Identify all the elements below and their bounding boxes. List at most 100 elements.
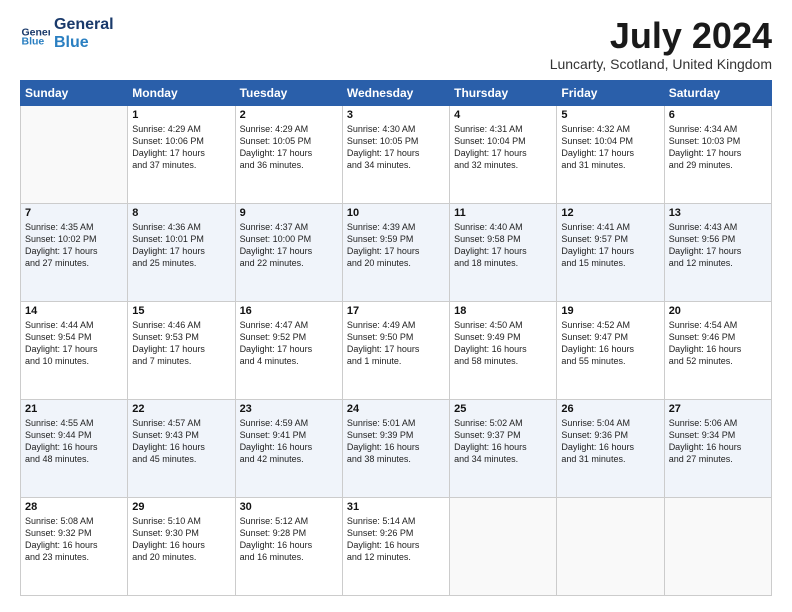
calendar-week-row: 21 Sunrise: 4:55 AM Sunset: 9:44 PM Dayli… (21, 399, 772, 497)
day-info: Sunrise: 4:54 AM Sunset: 9:46 PM Dayligh… (669, 319, 767, 368)
day-number: 14 (25, 305, 123, 317)
day-info: Sunrise: 4:29 AM Sunset: 10:06 PM Daylig… (132, 123, 230, 172)
day-number: 21 (25, 403, 123, 415)
day-number: 24 (347, 403, 445, 415)
month-title: July 2024 (550, 16, 772, 56)
title-section: July 2024 Luncarty, Scotland, United Kin… (550, 16, 772, 72)
calendar-cell (21, 105, 128, 203)
calendar-cell: 21 Sunrise: 4:55 AM Sunset: 9:44 PM Dayli… (21, 399, 128, 497)
day-info: Sunrise: 4:32 AM Sunset: 10:04 PM Daylig… (561, 123, 659, 172)
day-info: Sunrise: 5:06 AM Sunset: 9:34 PM Dayligh… (669, 417, 767, 466)
calendar-week-row: 1Sunrise: 4:29 AM Sunset: 10:06 PM Dayli… (21, 105, 772, 203)
day-info: Sunrise: 5:12 AM Sunset: 9:28 PM Dayligh… (240, 515, 338, 564)
svg-text:Blue: Blue (22, 35, 45, 47)
calendar-cell: 8Sunrise: 4:36 AM Sunset: 10:01 PM Dayli… (128, 203, 235, 301)
day-number: 2 (240, 109, 338, 121)
day-number: 8 (132, 207, 230, 219)
day-info: Sunrise: 5:10 AM Sunset: 9:30 PM Dayligh… (132, 515, 230, 564)
logo-icon: General Blue (20, 19, 50, 49)
day-info: Sunrise: 4:46 AM Sunset: 9:53 PM Dayligh… (132, 319, 230, 368)
day-number: 12 (561, 207, 659, 219)
day-header-saturday: Saturday (664, 80, 771, 105)
calendar-cell: 9 Sunrise: 4:37 AM Sunset: 10:00 PM Dayli… (235, 203, 342, 301)
calendar-cell (664, 497, 771, 595)
day-number: 5 (561, 109, 659, 121)
day-info: Sunrise: 5:01 AM Sunset: 9:39 PM Dayligh… (347, 417, 445, 466)
day-number: 29 (132, 501, 230, 513)
calendar-week-row: 7 Sunrise: 4:35 AM Sunset: 10:02 PM Dayli… (21, 203, 772, 301)
day-number: 20 (669, 305, 767, 317)
calendar-header-row: SundayMondayTuesdayWednesdayThursdayFrid… (21, 80, 772, 105)
calendar-cell: 23Sunrise: 4:59 AM Sunset: 9:41 PM Dayli… (235, 399, 342, 497)
logo: General Blue General Blue (20, 16, 114, 51)
day-number: 9 (240, 207, 338, 219)
day-info: Sunrise: 4:29 AM Sunset: 10:05 PM Daylig… (240, 123, 338, 172)
day-number: 31 (347, 501, 445, 513)
calendar-cell: 22Sunrise: 4:57 AM Sunset: 9:43 PM Dayli… (128, 399, 235, 497)
day-info: Sunrise: 4:52 AM Sunset: 9:47 PM Dayligh… (561, 319, 659, 368)
calendar-cell: 5 Sunrise: 4:32 AM Sunset: 10:04 PM Dayli… (557, 105, 664, 203)
day-info: Sunrise: 5:14 AM Sunset: 9:26 PM Dayligh… (347, 515, 445, 564)
day-number: 13 (669, 207, 767, 219)
calendar-cell: 28 Sunrise: 5:08 AM Sunset: 9:32 PM Dayli… (21, 497, 128, 595)
day-header-tuesday: Tuesday (235, 80, 342, 105)
day-number: 6 (669, 109, 767, 121)
day-info: Sunrise: 4:43 AM Sunset: 9:56 PM Dayligh… (669, 221, 767, 270)
calendar-week-row: 14 Sunrise: 4:44 AM Sunset: 9:54 PM Dayli… (21, 301, 772, 399)
day-info: Sunrise: 4:37 AM Sunset: 10:00 PM Daylig… (240, 221, 338, 270)
logo-text-blue: Blue (54, 34, 114, 52)
day-number: 25 (454, 403, 552, 415)
day-header-friday: Friday (557, 80, 664, 105)
calendar-cell: 2 Sunrise: 4:29 AM Sunset: 10:05 PM Dayli… (235, 105, 342, 203)
day-info: Sunrise: 5:08 AM Sunset: 9:32 PM Dayligh… (25, 515, 123, 564)
day-number: 18 (454, 305, 552, 317)
day-info: Sunrise: 4:40 AM Sunset: 9:58 PM Dayligh… (454, 221, 552, 270)
calendar-cell: 4 Sunrise: 4:31 AM Sunset: 10:04 PM Dayli… (450, 105, 557, 203)
calendar-cell (557, 497, 664, 595)
day-info: Sunrise: 5:04 AM Sunset: 9:36 PM Dayligh… (561, 417, 659, 466)
day-info: Sunrise: 4:55 AM Sunset: 9:44 PM Dayligh… (25, 417, 123, 466)
logo-text-general: General (54, 16, 114, 34)
day-info: Sunrise: 4:35 AM Sunset: 10:02 PM Daylig… (25, 221, 123, 270)
day-info: Sunrise: 4:57 AM Sunset: 9:43 PM Dayligh… (132, 417, 230, 466)
day-number: 11 (454, 207, 552, 219)
calendar-cell: 16Sunrise: 4:47 AM Sunset: 9:52 PM Dayli… (235, 301, 342, 399)
calendar-cell: 15 Sunrise: 4:46 AM Sunset: 9:53 PM Dayli… (128, 301, 235, 399)
calendar-cell: 17Sunrise: 4:49 AM Sunset: 9:50 PM Dayli… (342, 301, 449, 399)
calendar-cell: 29 Sunrise: 5:10 AM Sunset: 9:30 PM Dayli… (128, 497, 235, 595)
calendar-cell: 31 Sunrise: 5:14 AM Sunset: 9:26 PM Dayli… (342, 497, 449, 595)
calendar-cell: 19 Sunrise: 4:52 AM Sunset: 9:47 PM Dayli… (557, 301, 664, 399)
calendar-cell: 1Sunrise: 4:29 AM Sunset: 10:06 PM Dayli… (128, 105, 235, 203)
day-header-thursday: Thursday (450, 80, 557, 105)
calendar-cell: 3Sunrise: 4:30 AM Sunset: 10:05 PM Dayli… (342, 105, 449, 203)
day-number: 30 (240, 501, 338, 513)
calendar-cell: 27Sunrise: 5:06 AM Sunset: 9:34 PM Dayli… (664, 399, 771, 497)
page: General Blue General Blue July 2024 Lunc… (0, 0, 792, 612)
day-number: 26 (561, 403, 659, 415)
day-number: 28 (25, 501, 123, 513)
day-info: Sunrise: 4:41 AM Sunset: 9:57 PM Dayligh… (561, 221, 659, 270)
calendar-cell: 24 Sunrise: 5:01 AM Sunset: 9:39 PM Dayli… (342, 399, 449, 497)
day-info: Sunrise: 4:50 AM Sunset: 9:49 PM Dayligh… (454, 319, 552, 368)
day-number: 19 (561, 305, 659, 317)
day-number: 10 (347, 207, 445, 219)
calendar-cell: 10Sunrise: 4:39 AM Sunset: 9:59 PM Dayli… (342, 203, 449, 301)
day-number: 4 (454, 109, 552, 121)
day-number: 7 (25, 207, 123, 219)
day-info: Sunrise: 4:34 AM Sunset: 10:03 PM Daylig… (669, 123, 767, 172)
day-info: Sunrise: 4:44 AM Sunset: 9:54 PM Dayligh… (25, 319, 123, 368)
day-info: Sunrise: 4:31 AM Sunset: 10:04 PM Daylig… (454, 123, 552, 172)
calendar-cell: 11 Sunrise: 4:40 AM Sunset: 9:58 PM Dayli… (450, 203, 557, 301)
calendar-cell (450, 497, 557, 595)
header: General Blue General Blue July 2024 Lunc… (20, 16, 772, 72)
calendar-cell: 13 Sunrise: 4:43 AM Sunset: 9:56 PM Dayli… (664, 203, 771, 301)
day-number: 17 (347, 305, 445, 317)
calendar-cell: 12 Sunrise: 4:41 AM Sunset: 9:57 PM Dayli… (557, 203, 664, 301)
day-info: Sunrise: 4:47 AM Sunset: 9:52 PM Dayligh… (240, 319, 338, 368)
calendar-cell: 14 Sunrise: 4:44 AM Sunset: 9:54 PM Dayli… (21, 301, 128, 399)
day-number: 15 (132, 305, 230, 317)
calendar-week-row: 28 Sunrise: 5:08 AM Sunset: 9:32 PM Dayli… (21, 497, 772, 595)
calendar-cell: 30 Sunrise: 5:12 AM Sunset: 9:28 PM Dayli… (235, 497, 342, 595)
day-number: 3 (347, 109, 445, 121)
calendar-cell: 26 Sunrise: 5:04 AM Sunset: 9:36 PM Dayli… (557, 399, 664, 497)
